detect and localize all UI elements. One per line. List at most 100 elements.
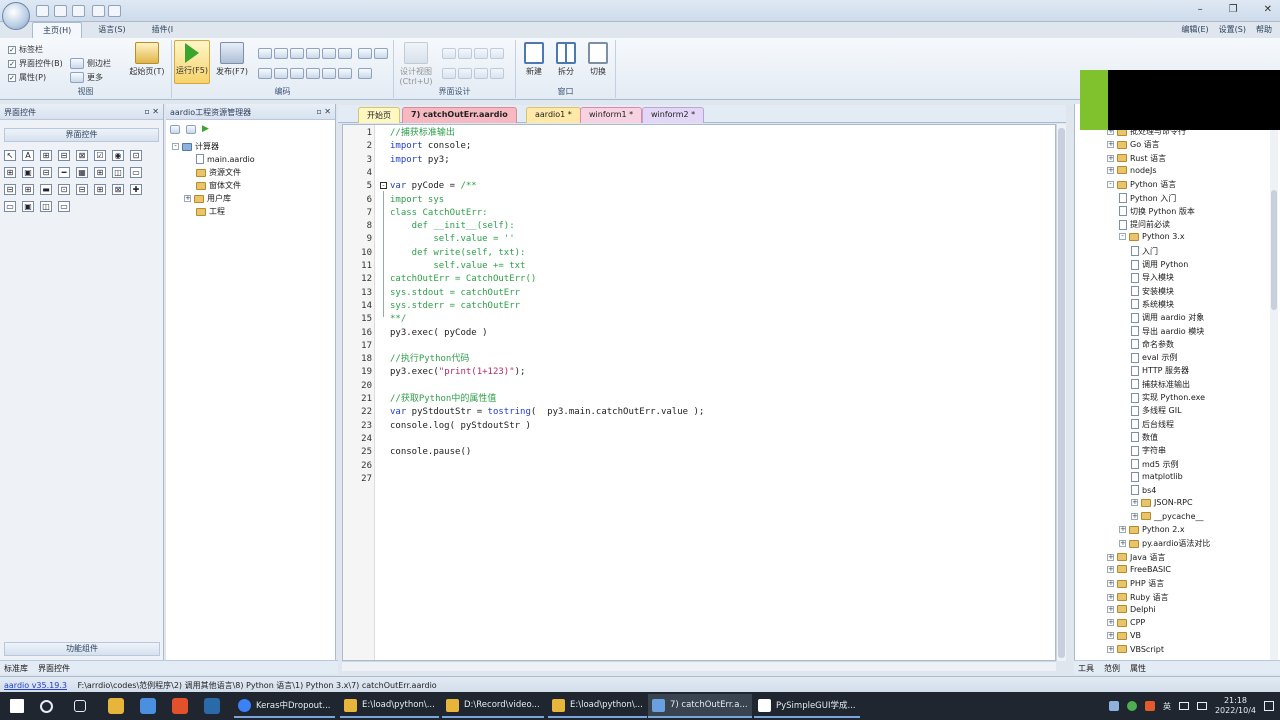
app-menu-icon[interactable] [2, 2, 30, 30]
samples-tree-item[interactable]: + PHP 语言 [1107, 578, 1164, 589]
tool-icon[interactable]: ⊞ [22, 184, 34, 195]
samples-tree-item[interactable]: 实现 Python.exe [1131, 392, 1205, 403]
tool-icon[interactable]: ⊟ [76, 184, 88, 195]
find-icon[interactable] [258, 68, 272, 79]
code-line[interactable]: 13 sys.stdout = catchOutErr [343, 287, 1043, 300]
tool-icon[interactable]: ⊞ [94, 184, 106, 195]
samples-tree-item[interactable]: + CPP [1107, 618, 1145, 627]
same-height-icon[interactable] [458, 68, 472, 79]
tool-icon[interactable]: A [22, 150, 34, 161]
samples-scrollbar[interactable] [1270, 130, 1278, 660]
tool-icon[interactable]: ▣ [22, 201, 34, 212]
bookmark-icon[interactable] [290, 68, 304, 79]
save-all-icon[interactable] [108, 5, 121, 17]
editor-vertical-scrollbar[interactable] [1056, 124, 1066, 661]
samples-tree-item[interactable]: - Python 3.x [1119, 232, 1185, 241]
volume-icon[interactable] [1196, 702, 1207, 710]
open-icon[interactable] [54, 5, 67, 17]
tab-language[interactable]: 语言(S) [88, 22, 135, 38]
samples-tree-item[interactable]: 后台线程 [1131, 419, 1174, 430]
expand-icon[interactable]: + [1107, 141, 1114, 149]
code-line[interactable]: 15 **/ [343, 313, 1043, 326]
taskbar-app-aardio[interactable]: 7) catchOutErr.a... [648, 694, 752, 718]
tool-icon[interactable]: ▣ [22, 167, 34, 178]
samples-tree-item[interactable]: + JSON-RPC [1131, 498, 1193, 507]
format-icon[interactable] [358, 48, 372, 59]
tree-root[interactable]: - 计算器 [172, 141, 219, 152]
tool-icon[interactable]: ▬ [40, 184, 52, 195]
samples-tree-item[interactable]: - Python 语言 [1107, 179, 1176, 190]
tab-properties[interactable]: 属性 [1130, 663, 1146, 673]
samples-tree-item[interactable]: HTTP 服务器 [1131, 365, 1189, 376]
tab-start-page[interactable]: 开始页 [358, 107, 400, 123]
code-line[interactable]: 24 [343, 433, 1043, 446]
close-button[interactable]: ✕ [1264, 4, 1272, 15]
samples-tree-item[interactable]: + __pycache__ [1131, 512, 1204, 521]
samples-tree-item[interactable]: 系统模块 [1131, 299, 1174, 310]
samples-tree-item[interactable]: + FreeBASIC [1107, 565, 1171, 574]
code-line[interactable]: 19 py3.exec("print(1+123)"); [343, 366, 1043, 379]
pin-icon[interactable] [474, 68, 488, 79]
expand-icon[interactable]: + [1107, 553, 1114, 561]
expand-icon[interactable]: + [1107, 632, 1114, 640]
tool-icon[interactable]: ⊞ [94, 167, 106, 178]
tool-icon[interactable]: ☑ [94, 150, 106, 161]
brave-icon[interactable] [172, 698, 188, 714]
samples-tree-item[interactable]: + Rust 语言 [1107, 153, 1166, 164]
code-line[interactable]: 16 py3.exec( pyCode ) [343, 327, 1043, 340]
samples-tree-item[interactable]: + nodeJs [1107, 166, 1157, 175]
tool-icon[interactable]: ◫ [40, 201, 52, 212]
samples-tree-item[interactable]: 多线程 GIL [1131, 405, 1182, 416]
switch-button[interactable]: 切换 [584, 42, 612, 77]
tool-icon[interactable]: ⊞ [40, 150, 52, 161]
publish-button[interactable]: 发布(F7) [212, 42, 252, 77]
design-view-button[interactable]: 设计视图 (Ctrl+U) [396, 42, 436, 86]
expand-icon[interactable]: + [1107, 154, 1114, 162]
goto-icon[interactable] [338, 68, 352, 79]
indent-icon[interactable] [338, 48, 352, 59]
ime-logo-icon[interactable] [1144, 701, 1155, 711]
samples-tree-item[interactable]: md5 示例 [1131, 459, 1179, 470]
expand-icon[interactable]: + [1131, 512, 1138, 520]
tab-winform1[interactable]: winform1 * [580, 107, 643, 123]
tool-icon[interactable]: ▭ [58, 201, 70, 212]
tool-icon[interactable]: ▭ [4, 201, 16, 212]
samples-tree-item[interactable]: bs4 [1131, 485, 1156, 496]
code-line[interactable]: 20 [343, 380, 1043, 393]
code-line[interactable]: 5 var pyCode = /** [343, 180, 1043, 193]
run-icon[interactable]: ▶ [202, 124, 209, 134]
code-line[interactable]: 12 catchOutErr = CatchOutErr() [343, 273, 1043, 286]
samples-tree-item[interactable]: + Ruby 语言 [1107, 592, 1169, 603]
cut-icon[interactable] [290, 48, 304, 59]
expand-icon[interactable]: + [1107, 166, 1114, 174]
code-line[interactable]: 23 console.log( pyStdoutStr ) [343, 420, 1043, 433]
tool-icon[interactable]: ⊟ [58, 150, 70, 161]
samples-tree-item[interactable]: + Python 2.x [1119, 525, 1185, 534]
tab-catchouterr[interactable]: 7) catchOutErr.aardio [402, 107, 517, 123]
taskbar-app-explorer2[interactable]: D:\Record\video... [442, 694, 544, 718]
code-line[interactable]: 14 sys.stderr = catchOutErr [343, 300, 1043, 313]
scroll-thumb[interactable] [1058, 128, 1065, 658]
save-icon[interactable] [92, 5, 105, 17]
controls-section-header[interactable]: 界面控件 [4, 128, 159, 142]
code-line[interactable]: 27 [343, 473, 1043, 486]
tool-icon[interactable]: ⊟ [4, 184, 16, 195]
tool-icon[interactable]: ⊡ [58, 184, 70, 195]
samples-tree-item[interactable]: 字符串 [1131, 445, 1166, 456]
code-line[interactable]: 6 import sys [343, 194, 1043, 207]
samples-tree-item[interactable]: 切换 Python 版本 [1119, 206, 1195, 217]
tool-icon[interactable]: ⊠ [112, 184, 124, 195]
samples-tree-item[interactable]: Python 入门 [1119, 193, 1176, 204]
code-line[interactable]: 10 def write(self, txt): [343, 247, 1043, 260]
align-left-icon[interactable] [442, 48, 456, 59]
code-line[interactable]: 18 //执行Python代码 [343, 353, 1043, 366]
same-width-icon[interactable] [442, 68, 456, 79]
components-section-header[interactable]: 功能组件 [4, 642, 160, 656]
collapse-icon[interactable]: - [172, 143, 179, 150]
code-editor[interactable]: 1 //捕获标准输出 2 import console; 3 import py3; 4 5 v… [342, 124, 1056, 661]
collapse-icon[interactable]: - [1119, 233, 1126, 241]
sidebar-toggle[interactable]: 侧边栏 [70, 58, 111, 69]
expand-icon[interactable]: + [1107, 619, 1114, 627]
edit-menu[interactable]: 编辑(E) [1181, 24, 1208, 35]
tool-icon[interactable]: ⊠ [76, 150, 88, 161]
